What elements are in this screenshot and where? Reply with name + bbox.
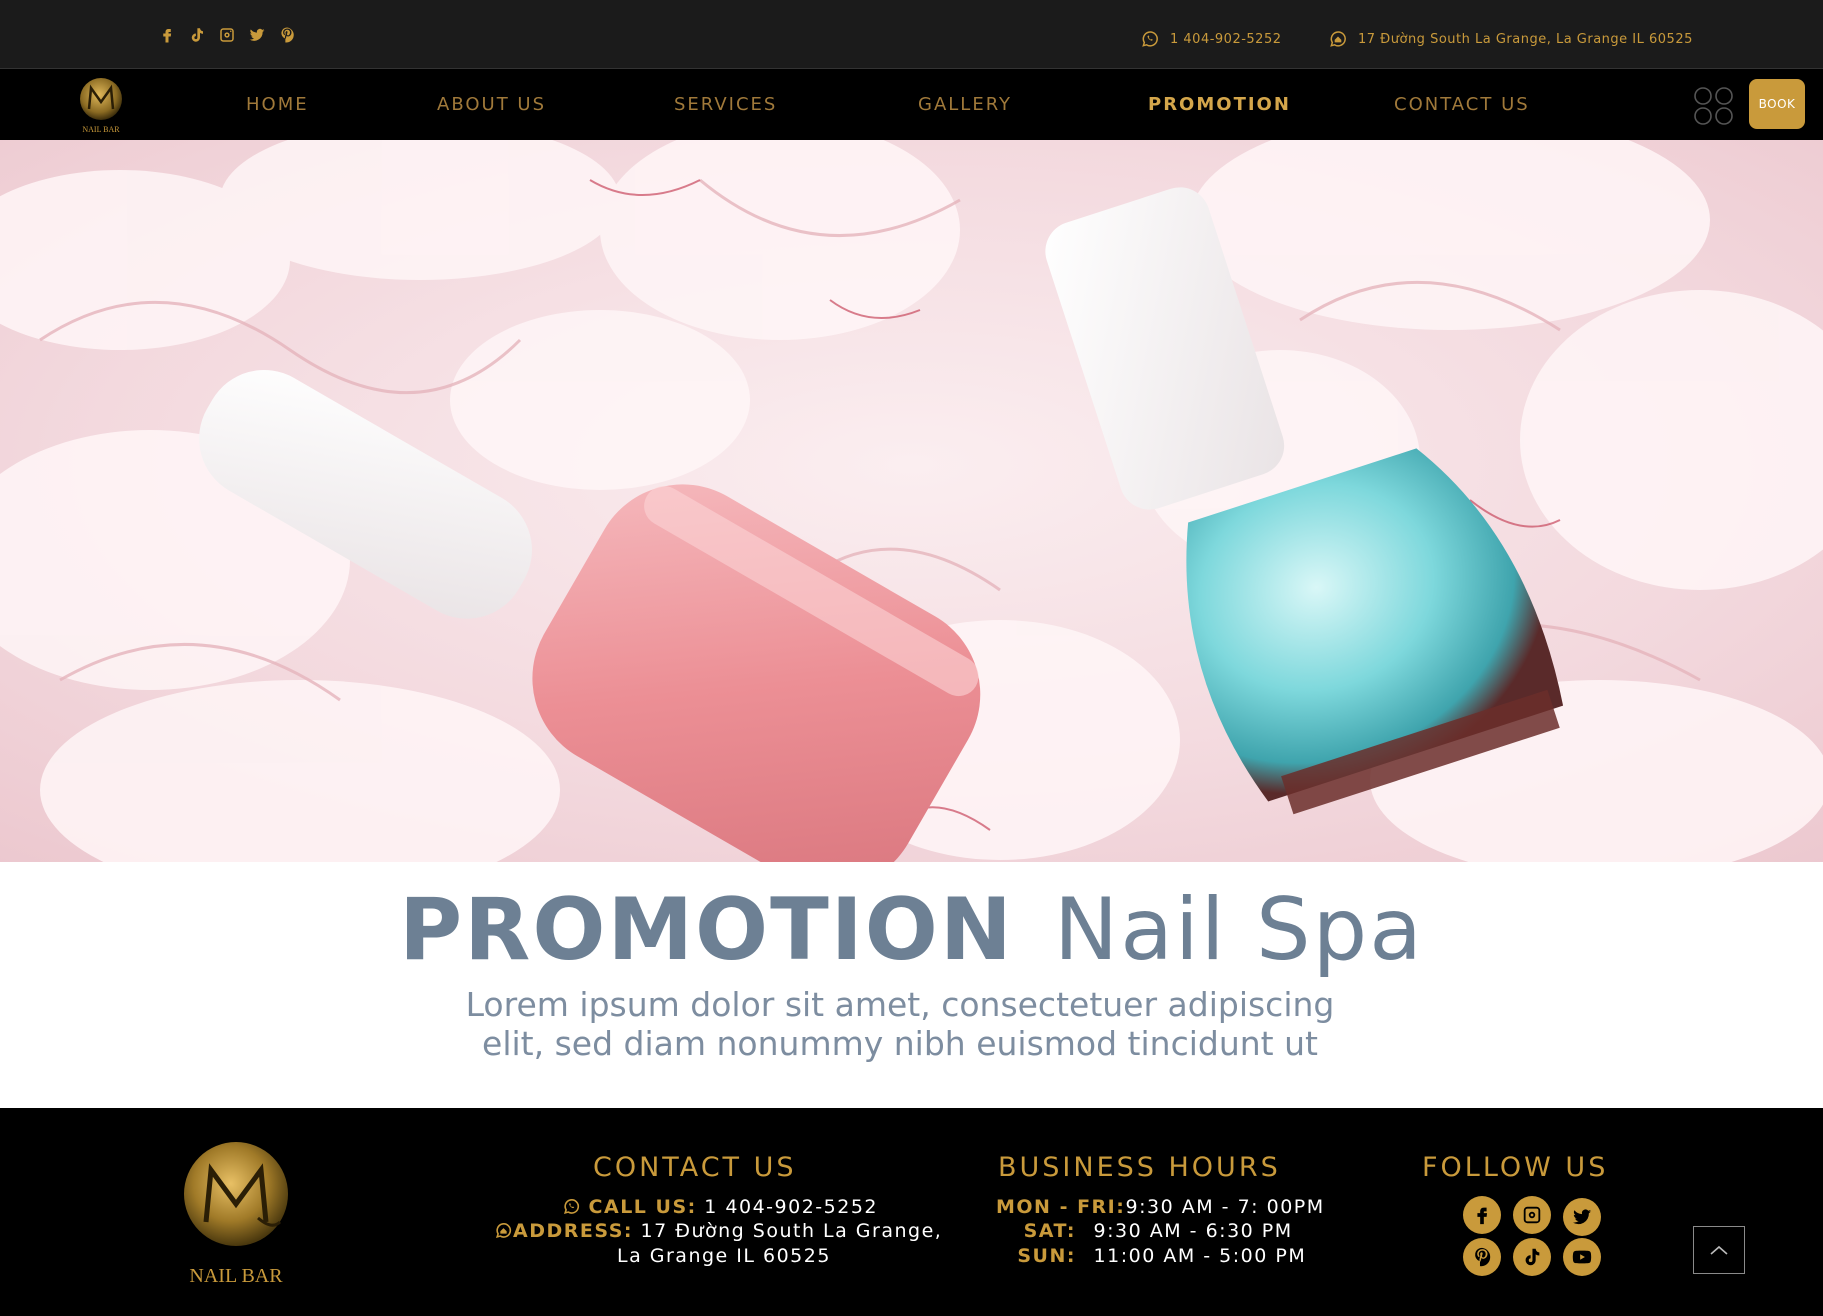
promotion-subtitle: Lorem ipsum dolor sit amet, consectetuer… (400, 985, 1400, 1063)
top-phone[interactable]: 1 404-902-5252 (1140, 29, 1282, 49)
hours-row: SAT: 9:30 AM - 6:30 PM (996, 1220, 1293, 1242)
nav-promotion[interactable]: PROMOTION (1148, 94, 1291, 115)
footer-contact-heading: CONTACT US (593, 1152, 797, 1183)
twitter-icon[interactable] (1563, 1198, 1601, 1236)
nav-gallery[interactable]: GALLERY (918, 94, 1012, 115)
scroll-to-top-button[interactable] (1693, 1226, 1745, 1274)
location-chat-icon (1330, 31, 1346, 47)
instagram-icon[interactable] (218, 24, 236, 46)
pinterest-icon[interactable] (278, 24, 296, 46)
nav-home[interactable]: HOME (246, 94, 309, 115)
promotion-subtitle-line-1: Lorem ipsum dolor sit amet, consectetuer… (465, 985, 1335, 1024)
svg-text:NAIL BAR: NAIL BAR (189, 1265, 283, 1287)
main-navigation: NAIL BAR HOME ABOUT US SERVICES GALLERY … (0, 69, 1823, 140)
hours-time: 9:30 AM - 6:30 PM (1093, 1220, 1293, 1242)
facebook-icon[interactable] (1463, 1196, 1501, 1234)
footer: NAIL BAR CONTACT US CALL US: 1 404-902-5… (0, 1108, 1823, 1316)
top-phone-text: 1 404-902-5252 (1170, 31, 1282, 47)
nav-services[interactable]: SERVICES (674, 94, 777, 115)
footer-address[interactable]: ADDRESS: 17 Đường South La Grange, (494, 1220, 942, 1242)
chevron-up-icon (1710, 1245, 1728, 1255)
call-us-value: 1 404-902-5252 (704, 1196, 879, 1218)
top-address[interactable]: 17 Đường South La Grange, La Grange IL 6… (1328, 29, 1693, 49)
instagram-icon[interactable] (1513, 1196, 1551, 1234)
menu-grid-icon[interactable] (1693, 86, 1735, 126)
footer-call-us[interactable]: CALL US: 1 404-902-5252 (562, 1196, 878, 1218)
hours-day: SAT: (1023, 1220, 1076, 1242)
top-address-text: 17 Đường South La Grange, La Grange IL 6… (1358, 31, 1693, 47)
tiktok-icon[interactable] (188, 24, 206, 46)
nav-about-us[interactable]: ABOUT US (437, 94, 546, 115)
whatsapp-icon (1142, 31, 1158, 47)
nail-bar-logo-large[interactable]: NAIL BAR (176, 1138, 300, 1288)
location-chat-icon (495, 1223, 512, 1238)
hours-time: 9:30 AM - 7: 00PM (1125, 1196, 1325, 1218)
promotion-title-light: Nail Spa (1053, 880, 1424, 980)
whatsapp-icon (563, 1199, 580, 1214)
address-line-1: 17 Đường South La Grange, (640, 1220, 943, 1242)
promotion-subtitle-line-2: elit, sed diam nonummy nibh euismod tinc… (482, 1024, 1318, 1063)
hours-row: MON - FRI: 9:30 AM - 7: 00PM (996, 1196, 1325, 1218)
facebook-icon[interactable] (158, 24, 176, 46)
book-button[interactable]: BOOK (1749, 79, 1805, 129)
youtube-icon[interactable] (1563, 1238, 1601, 1276)
call-us-label: CALL US: (588, 1196, 697, 1218)
pinterest-icon[interactable] (1463, 1238, 1501, 1276)
hours-day: MON - FRI: (996, 1196, 1126, 1218)
top-social-links (158, 24, 296, 46)
promotion-title-bold: PROMOTION (399, 880, 1014, 980)
nav-contact-us[interactable]: CONTACT US (1394, 94, 1530, 115)
nail-bar-logo[interactable]: NAIL BAR (77, 75, 125, 135)
hours-time: 11:00 AM - 5:00 PM (1093, 1245, 1307, 1267)
footer-follow-heading: FOLLOW US (1422, 1152, 1609, 1183)
tiktok-icon[interactable] (1513, 1238, 1551, 1276)
footer-hours-heading: BUSINESS HOURS (998, 1152, 1281, 1183)
address-label: ADDRESS: (513, 1220, 633, 1242)
hours-day: SUN: (1017, 1245, 1076, 1267)
top-info-bar: 1 404-902-5252 17 Đường South La Grange,… (0, 0, 1823, 69)
promotion-heading: PROMOTION Nail Spa (0, 880, 1823, 980)
hero-banner-image (0, 140, 1823, 862)
svg-text:NAIL BAR: NAIL BAR (82, 125, 120, 134)
twitter-icon[interactable] (248, 24, 266, 46)
address-line-2: La Grange IL 60525 (617, 1245, 831, 1267)
hours-row: SUN: 11:00 AM - 5:00 PM (996, 1245, 1306, 1267)
